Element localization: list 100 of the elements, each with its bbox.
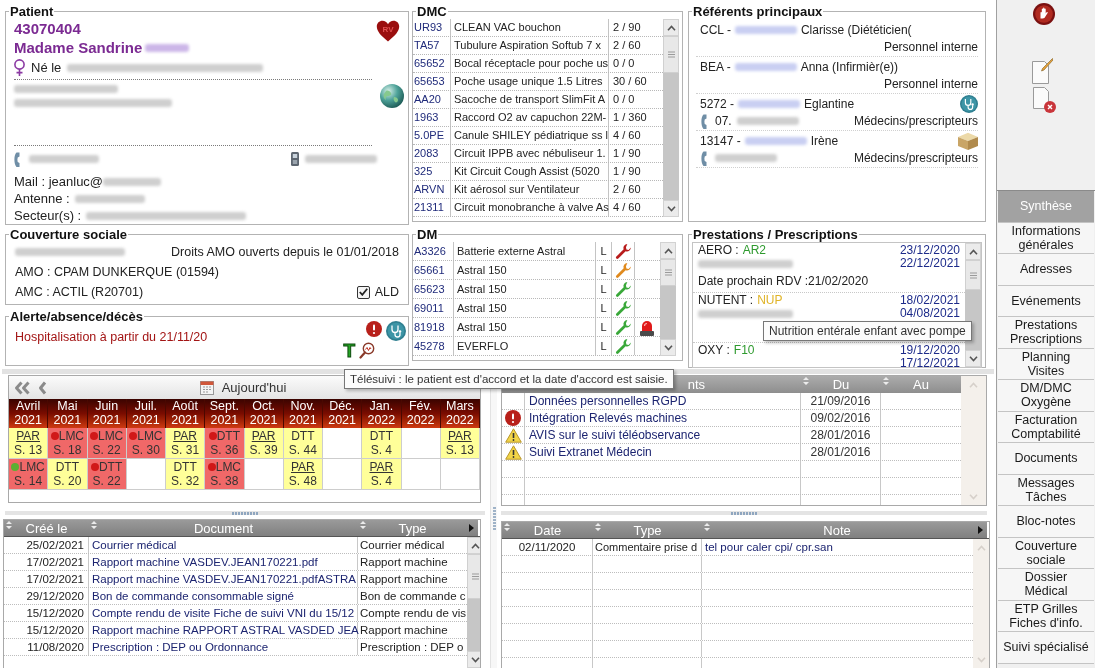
scroll-down-button[interactable]	[660, 339, 676, 356]
grip-icon[interactable]	[492, 507, 496, 531]
calendar-visit[interactable]: LMC S. 14	[9, 459, 49, 489]
scroll-up-button[interactable]	[965, 243, 981, 260]
wrench-icon[interactable]	[614, 318, 632, 336]
calendar-visit[interactable]: DTT S. 32	[166, 459, 206, 489]
sort-icon[interactable]	[883, 377, 889, 385]
visit-code[interactable]: PAR	[173, 429, 197, 443]
week-label: S. 32	[171, 474, 200, 488]
scrollbar-thumb[interactable]	[663, 36, 679, 73]
sort-icon[interactable]	[504, 523, 510, 531]
cardboard-box-icon[interactable]	[958, 132, 978, 150]
scroll-down-button[interactable]	[663, 200, 679, 217]
grip-icon[interactable]	[232, 511, 258, 515]
letter-t-icon[interactable]: T	[343, 342, 355, 359]
calendar-visit[interactable]: PAR S. 31	[166, 428, 206, 458]
wrench-icon[interactable]	[614, 242, 632, 260]
wrench-icon[interactable]	[614, 261, 632, 279]
section-title: Couverture sociale	[9, 227, 129, 242]
checkbox[interactable]	[356, 285, 370, 299]
scroll-up-button[interactable]	[467, 537, 480, 554]
sidebar-tab[interactable]: Bloc-notes	[998, 506, 1094, 538]
prescription-code: NUP	[757, 294, 783, 307]
scrollbar[interactable]	[663, 19, 679, 217]
sort-icon[interactable]	[803, 377, 809, 385]
sort-icon[interactable]	[595, 523, 601, 531]
scrollbar[interactable]	[965, 243, 981, 367]
grip-icon[interactable]	[731, 511, 757, 515]
calendar-visit[interactable]: LMC S. 18	[48, 428, 88, 458]
calendar-visit[interactable]: PAR S. 39	[244, 428, 284, 458]
scroll-down-button[interactable]	[467, 651, 480, 668]
double-chevron-left-icon[interactable]	[14, 380, 31, 395]
table-cell-text: Prescription : DEP o	[359, 640, 465, 655]
stop-hand-icon[interactable]	[1032, 3, 1055, 25]
visit-code[interactable]: PAR	[447, 429, 472, 443]
sort-icon[interactable]	[704, 523, 710, 531]
visit-code[interactable]: PAR	[16, 429, 40, 443]
visit-code[interactable]: PAR	[369, 460, 394, 474]
blurred-text	[305, 155, 377, 163]
start-date: 19/12/2020	[899, 344, 960, 357]
sidebar-tab[interactable]: DM/DMC Oxygène	[998, 380, 1094, 412]
calendar-visit[interactable]: PAR S. 13	[9, 428, 49, 458]
globe-icon[interactable]	[380, 84, 404, 108]
scrollbar[interactable]	[467, 537, 480, 668]
calendar-icon[interactable]	[199, 380, 214, 395]
phone-number: 07.	[715, 113, 732, 130]
scrollbar-thumb[interactable]	[467, 554, 480, 599]
sort-icon[interactable]	[91, 521, 97, 529]
sidebar-tab[interactable]: Evénements	[998, 285, 1094, 317]
stethoscope-icon[interactable]	[386, 321, 406, 341]
calendar-visit[interactable]: LMC S. 38	[205, 459, 245, 489]
sidebar-tab[interactable]: Suivi spécialisé	[998, 632, 1094, 664]
error-icon	[505, 410, 521, 426]
today-button[interactable]: Aujourd'hui	[221, 379, 287, 396]
stethoscope-icon[interactable]	[960, 95, 978, 113]
month-label: Déc. 2021	[323, 399, 363, 428]
calendar-visit[interactable]: PAR S. 13	[440, 428, 480, 458]
sort-icon[interactable]	[360, 521, 366, 529]
caret-right-icon[interactable]	[469, 524, 474, 532]
wrench-icon[interactable]	[614, 337, 632, 355]
visit-code[interactable]: PAR	[251, 429, 276, 443]
calendar-visit[interactable]: DTT S. 20	[48, 459, 88, 489]
sidebar-tab[interactable]: Informations générales	[998, 222, 1094, 254]
scrollbar-thumb[interactable]	[660, 259, 676, 286]
sidebar-tab[interactable]: Adresses	[998, 254, 1094, 286]
magnifier-chart-icon[interactable]	[359, 342, 375, 359]
calendar-visit[interactable]: DTT S. 22	[87, 459, 127, 489]
referent-code: 13147 -	[700, 133, 741, 150]
sort-icon[interactable]	[6, 521, 12, 529]
scroll-up-button[interactable]	[663, 19, 679, 36]
section-title: Alerte/absence/décès	[9, 309, 144, 324]
delete-document-icon[interactable]	[1031, 87, 1056, 113]
caret-right-icon[interactable]	[978, 526, 983, 534]
edit-document-icon[interactable]	[1031, 58, 1053, 84]
sidebar-tab[interactable]: Prestations Prescriptions	[998, 317, 1094, 349]
calendar-visit[interactable]: LMC S. 22	[87, 428, 127, 458]
calendar-visit[interactable]: PAR S. 4	[362, 459, 402, 489]
calendar-visit[interactable]: DTT S. 44	[283, 428, 323, 458]
sidebar-tab[interactable]: Facturation Comptabilité	[998, 411, 1094, 443]
sidebar-tab[interactable]: Couverture sociale	[998, 537, 1094, 569]
calendar-visit[interactable]: PAR S. 48	[283, 459, 323, 489]
wrench-icon[interactable]	[614, 299, 632, 317]
scroll-down-button[interactable]	[965, 350, 981, 367]
visit-code[interactable]: PAR	[290, 460, 315, 474]
wrench-icon[interactable]	[614, 280, 632, 298]
chevron-left-icon[interactable]	[38, 380, 47, 395]
calendar-visit[interactable]: DTT S. 36	[205, 428, 245, 458]
calendar-visit[interactable]: LMC S. 30	[126, 428, 166, 458]
table-cell: CLEAN VAC bouchon	[451, 19, 609, 36]
scrollbar-thumb[interactable]	[965, 260, 981, 290]
sidebar-tab[interactable]: ETP Grilles Fiches d'info.	[998, 600, 1094, 632]
sidebar-tab[interactable]: Dossier Médical	[998, 569, 1094, 601]
sidebar-tab[interactable]: Messages Tâches	[998, 474, 1094, 506]
calendar-visit[interactable]: DTT S. 4	[362, 428, 402, 458]
table-cell: 2083	[413, 145, 451, 162]
referent-code: CCL -	[700, 22, 731, 39]
scroll-up-button[interactable]	[660, 242, 676, 259]
sidebar-tab[interactable]: Documents	[998, 443, 1094, 475]
scrollbar[interactable]	[660, 242, 676, 356]
sidebar-tab[interactable]: Planning Visites	[998, 348, 1094, 380]
